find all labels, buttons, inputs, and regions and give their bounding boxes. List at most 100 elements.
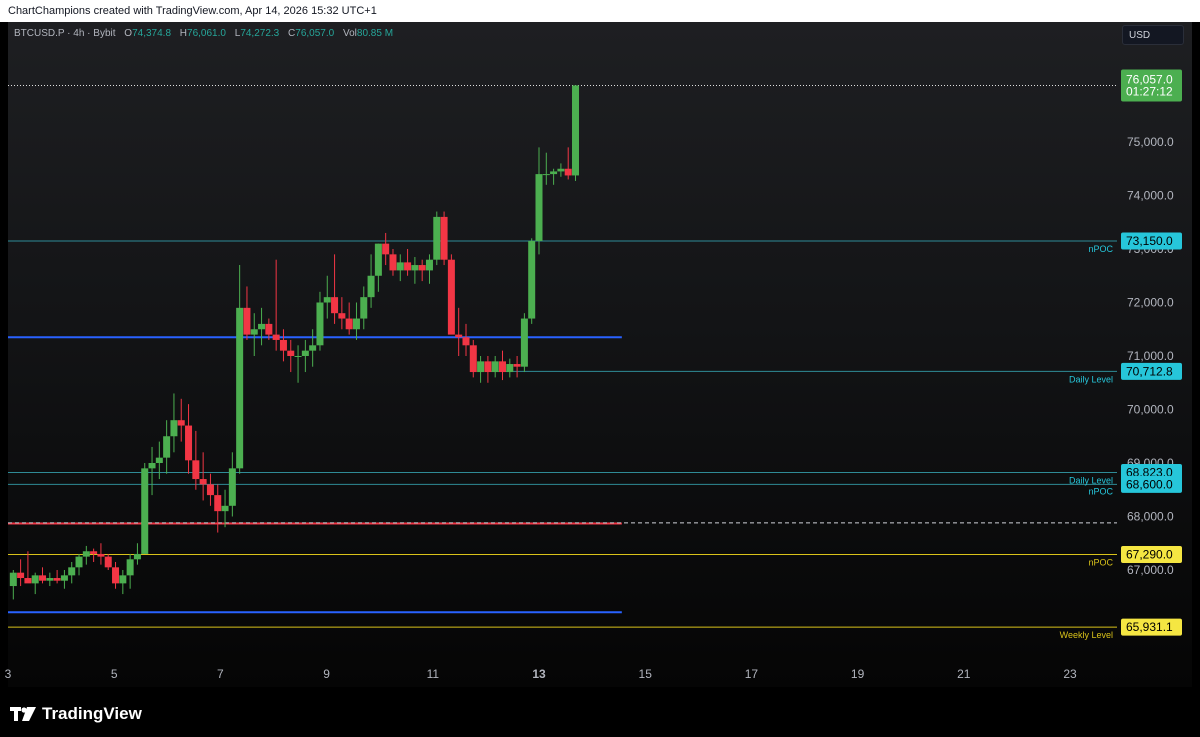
open-label: O — [124, 28, 133, 39]
candle-body — [572, 85, 580, 176]
candle-body — [382, 243, 390, 255]
candle-body — [557, 168, 565, 172]
y-tick-label: 70,000.0 — [1127, 403, 1174, 417]
candle-body — [133, 553, 141, 560]
candle — [163, 420, 171, 474]
x-tick-label: 19 — [851, 667, 865, 681]
candle — [506, 358, 514, 378]
candle — [126, 553, 134, 589]
price-chart[interactable]: 76,000.075,000.074,000.073,000.072,000.0… — [0, 0, 1200, 737]
tradingview-logo: TradingView — [10, 704, 142, 724]
x-tick-label: 17 — [745, 667, 759, 681]
candle — [155, 441, 163, 480]
candle — [433, 211, 441, 266]
candle-body — [323, 297, 331, 303]
candle-body — [447, 259, 455, 335]
candle-body — [411, 265, 419, 271]
x-tick-label: 5 — [111, 667, 118, 681]
candle-body — [39, 575, 47, 581]
candle-body — [119, 575, 127, 584]
candle — [294, 345, 302, 383]
candle — [177, 398, 185, 442]
candle — [528, 238, 536, 324]
candle — [68, 561, 76, 584]
candle-body — [374, 243, 382, 276]
candle-body — [352, 318, 360, 330]
candle-body — [141, 468, 149, 554]
candle — [345, 302, 353, 335]
x-tick-label: 9 — [323, 667, 330, 681]
candle-body — [148, 463, 156, 469]
candle — [542, 152, 550, 185]
x-tick-label: 13 — [532, 667, 546, 681]
y-tick-label: 68,000.0 — [1127, 510, 1174, 524]
candle-body — [155, 457, 163, 463]
x-tick-label: 15 — [639, 667, 653, 681]
high-label: H — [179, 28, 188, 39]
candle-body — [24, 578, 32, 584]
x-tick-label: 7 — [217, 667, 224, 681]
x-tick-label: 23 — [1063, 667, 1077, 681]
candle-body — [60, 575, 68, 581]
candle-body — [513, 364, 521, 367]
candle — [82, 545, 90, 565]
candle — [389, 249, 397, 276]
candle-body — [440, 216, 448, 260]
candle — [199, 452, 207, 501]
countdown-label: 01:27:12 — [1126, 84, 1173, 98]
candle — [513, 356, 521, 378]
candle-body — [214, 495, 222, 512]
candle — [447, 254, 455, 335]
candle — [309, 329, 317, 367]
currency-selector[interactable]: USD — [1122, 25, 1184, 45]
candle-body — [170, 420, 178, 437]
candle — [462, 323, 470, 356]
candle-body — [90, 551, 98, 554]
candle-body — [498, 361, 506, 373]
candle-body — [542, 174, 550, 176]
candle — [192, 430, 200, 490]
candle-body — [528, 240, 536, 319]
candle — [185, 404, 193, 474]
level-tag: nPOC — [1088, 244, 1113, 254]
candle-body — [316, 302, 324, 346]
candle — [148, 446, 156, 496]
candle — [425, 254, 433, 284]
candle — [374, 243, 382, 292]
candle — [360, 286, 368, 330]
candle-body — [469, 345, 477, 373]
candle — [491, 356, 499, 378]
candle-body — [46, 578, 54, 581]
price-label-text: 65,931.1 — [1126, 620, 1173, 634]
candle-body — [425, 259, 433, 271]
candle — [520, 313, 528, 373]
price-label-text: 70,712.8 — [1126, 364, 1173, 378]
y-tick-label: 67,000.0 — [1127, 563, 1174, 577]
y-tick-label: 72,000.0 — [1127, 296, 1174, 310]
symbol-label[interactable]: BTCUSD.P · 4h · Bybit — [14, 28, 116, 39]
candle — [564, 147, 572, 180]
candle — [338, 297, 346, 330]
candle — [243, 286, 251, 340]
candle — [367, 254, 375, 308]
candle-body — [389, 254, 397, 271]
candle — [572, 85, 580, 181]
candle — [170, 393, 178, 453]
candle-body — [9, 572, 17, 587]
candle-body — [112, 567, 120, 584]
x-tick-label: 3 — [5, 667, 12, 681]
candle — [550, 168, 558, 185]
candle-body — [331, 297, 339, 314]
candle — [112, 561, 120, 589]
candle-body — [506, 364, 514, 373]
candle-body — [550, 171, 558, 175]
candle-body — [360, 297, 368, 319]
candle-body — [97, 553, 105, 557]
brand-label: TradingView — [42, 704, 142, 723]
candle — [498, 350, 506, 381]
candle-body — [265, 323, 273, 335]
candle-body — [338, 313, 346, 319]
level-tag: Weekly Level — [1060, 630, 1113, 640]
candle — [331, 254, 339, 324]
candle-body — [279, 339, 287, 351]
